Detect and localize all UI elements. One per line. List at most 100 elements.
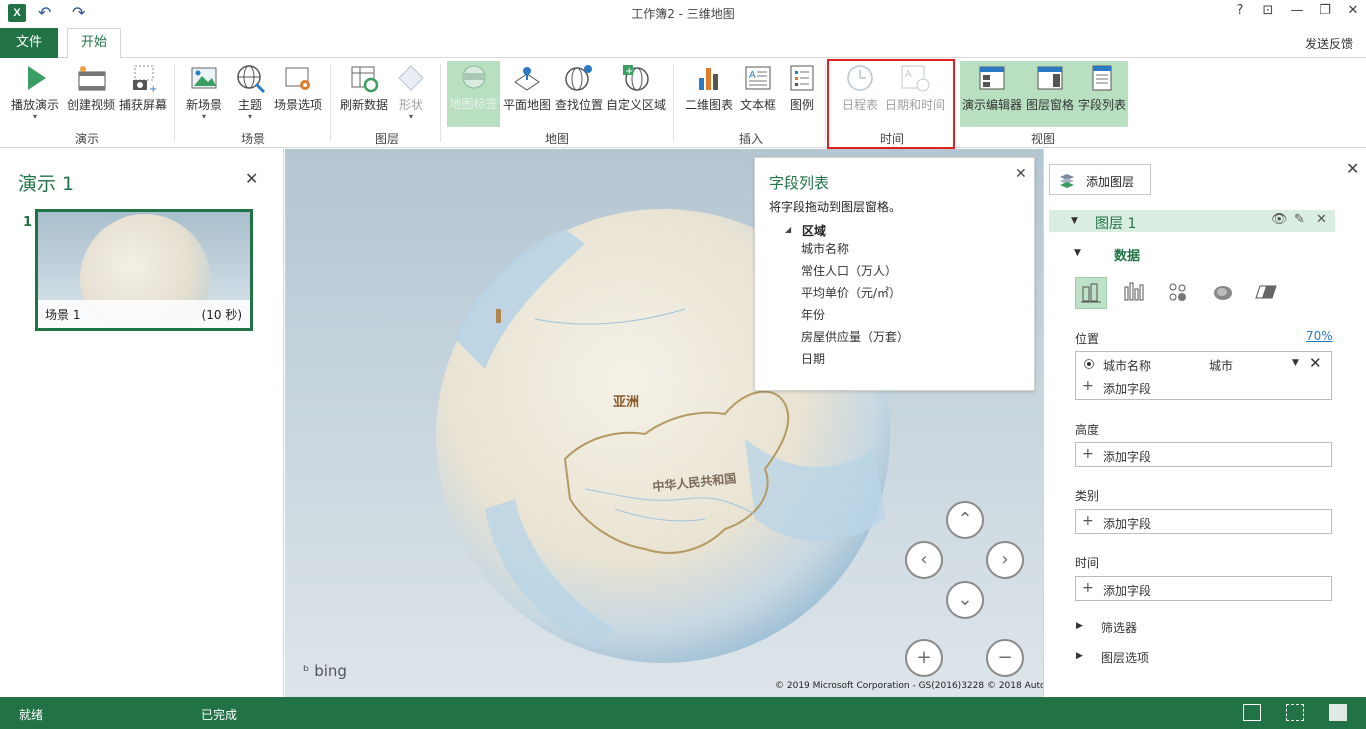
globe-icon: [237, 65, 266, 94]
collapse-arrow-icon[interactable]: ▼: [1071, 216, 1078, 226]
svg-text:+: +: [149, 84, 157, 94]
field-item[interactable]: 房屋供应量（万套）: [801, 328, 909, 345]
new-scene-button[interactable]: 新场景 ▾: [182, 62, 226, 121]
status-progress: 已完成: [201, 708, 238, 722]
field-item[interactable]: 城市名称: [801, 240, 849, 257]
video-icon: [78, 66, 106, 91]
collapse-arrow-icon[interactable]: ◢: [785, 225, 791, 234]
eye-icon[interactable]: 👁: [1271, 212, 1288, 227]
custom-regions-button[interactable]: + 自定义区域: [605, 62, 667, 113]
collapse-arrow-icon[interactable]: ▼: [1074, 248, 1081, 258]
clustered-column-viz-button[interactable]: [1119, 277, 1151, 309]
tab-home[interactable]: 开始: [67, 28, 121, 59]
location-field-row[interactable]: 城市名称 城市 ▼ ✕: [1076, 352, 1331, 375]
close-layer-pane-button[interactable]: ✕: [1346, 159, 1359, 178]
expand-arrow-icon[interactable]: ▶: [1076, 651, 1083, 661]
legend-button[interactable]: 图例: [784, 62, 820, 113]
text-box-button[interactable]: A 文本框: [738, 62, 778, 113]
svg-text:A: A: [749, 70, 756, 81]
rotate-right-button[interactable]: ›: [986, 541, 1024, 579]
theme-button[interactable]: 主题 ▾: [231, 62, 269, 121]
scene-caption: 场景 1 (10 秒): [38, 300, 250, 328]
group-separator: [673, 64, 674, 142]
field-group-region[interactable]: 区域: [802, 222, 826, 239]
close-field-list-button[interactable]: ✕: [1015, 166, 1027, 182]
rotate-left-button[interactable]: ‹: [905, 541, 943, 579]
send-feedback-link[interactable]: 发送反馈: [1305, 35, 1353, 52]
bing-icon: ᵇ: [303, 662, 310, 680]
expand-arrow-icon[interactable]: ▶: [1076, 621, 1083, 631]
play-tour-button[interactable]: 播放演示 ▾: [8, 62, 62, 121]
location-type-select[interactable]: 城市: [1209, 357, 1233, 374]
bubble-viz-button[interactable]: [1163, 277, 1195, 309]
map-labels-button[interactable]: 地图标签: [447, 61, 500, 127]
category-label: 类别: [1075, 489, 1100, 503]
status-ready: 就绪: [19, 708, 44, 722]
scene-label: 场景 1: [45, 308, 81, 322]
height-label: 高度: [1075, 423, 1100, 437]
region-viz-button[interactable]: [1251, 277, 1283, 309]
tour-editor-button[interactable]: 演示编辑器: [960, 62, 1024, 113]
layer-header[interactable]: ▼ 图层 1 👁 ✎ ✕: [1049, 210, 1335, 232]
tilt-down-button[interactable]: ⌄: [946, 581, 984, 619]
refresh-data-button[interactable]: 刷新数据: [337, 62, 391, 113]
time-field-box[interactable]: + 添加字段: [1075, 576, 1332, 601]
help-button[interactable]: ?: [1226, 3, 1254, 18]
scene-options-icon: [285, 67, 310, 90]
remove-field-icon[interactable]: ✕: [1309, 354, 1322, 372]
layer-pane-icon: [1037, 66, 1063, 90]
bing-wordmark: bing: [314, 662, 347, 680]
maximize-button[interactable]: ❐: [1311, 3, 1339, 18]
group-separator: [825, 64, 826, 142]
stacked-column-viz-button[interactable]: [1075, 277, 1107, 309]
close-tour-pane-button[interactable]: ✕: [245, 169, 258, 188]
chevron-down-icon[interactable]: ▼: [1292, 358, 1299, 368]
flat-map-button[interactable]: 平面地图: [501, 62, 553, 113]
map-view-icon[interactable]: [1243, 704, 1261, 721]
find-location-button[interactable]: 查找位置: [553, 62, 605, 113]
field-item[interactable]: 日期: [801, 350, 825, 367]
full-screen-icon[interactable]: [1329, 704, 1347, 721]
tour-editor-icon: [979, 66, 1005, 90]
add-height-field: 添加字段: [1103, 450, 1152, 464]
create-video-button[interactable]: 创建视频: [65, 62, 117, 113]
fit-to-screen-icon[interactable]: [1286, 704, 1304, 721]
plus-icon: +: [1082, 446, 1094, 462]
find-location-icon: [565, 65, 592, 91]
scene-options-button[interactable]: 场景选项: [271, 62, 325, 113]
minimize-button[interactable]: —: [1283, 3, 1311, 18]
text-box-icon: A: [745, 66, 771, 90]
field-list-button[interactable]: 字段列表: [1076, 62, 1128, 113]
tab-file[interactable]: 文件: [0, 28, 58, 58]
zoom-in-button[interactable]: +: [905, 639, 943, 677]
close-window-button[interactable]: ✕: [1339, 3, 1366, 18]
group-separator: [330, 64, 331, 142]
scene-thumbnail[interactable]: 场景 1 (10 秒): [35, 209, 253, 331]
zoom-out-button[interactable]: −: [986, 639, 1024, 677]
field-item[interactable]: 常住人口（万人）: [801, 262, 897, 279]
bar-chart-icon: [699, 68, 718, 90]
group-label-map: 地图: [544, 132, 569, 146]
heatmap-viz-button[interactable]: [1207, 277, 1239, 309]
layer-options-section[interactable]: 图层选项: [1101, 649, 1149, 666]
add-layer-button[interactable]: 添加图层: [1049, 164, 1151, 195]
legend-icon: [790, 65, 814, 91]
tilt-up-button[interactable]: ⌃: [946, 501, 984, 539]
height-field-box[interactable]: + 添加字段: [1075, 442, 1332, 467]
filters-section[interactable]: 筛选器: [1101, 619, 1137, 636]
ribbon-display-button[interactable]: ⊡: [1254, 3, 1282, 18]
add-location-field[interactable]: + 添加字段: [1076, 375, 1331, 398]
flat-map-icon: [514, 67, 540, 91]
category-field-box[interactable]: + 添加字段: [1075, 509, 1332, 534]
radio-icon[interactable]: [1084, 359, 1094, 369]
layer-pane-button[interactable]: 图层窗格: [1024, 62, 1076, 113]
capture-screen-button[interactable]: + 捕获屏幕: [117, 62, 169, 113]
delete-layer-icon[interactable]: ✕: [1316, 212, 1327, 227]
location-match-percent[interactable]: 70%: [1306, 329, 1333, 343]
2d-chart-button[interactable]: 二维图表: [683, 62, 735, 113]
bing-logo: ᵇ bing: [303, 662, 347, 680]
pencil-icon[interactable]: ✎: [1294, 212, 1305, 227]
shapes-button[interactable]: 形状 ▾: [392, 62, 430, 121]
field-item[interactable]: 平均单价（元/㎡）: [801, 284, 901, 301]
field-item[interactable]: 年份: [801, 306, 825, 323]
